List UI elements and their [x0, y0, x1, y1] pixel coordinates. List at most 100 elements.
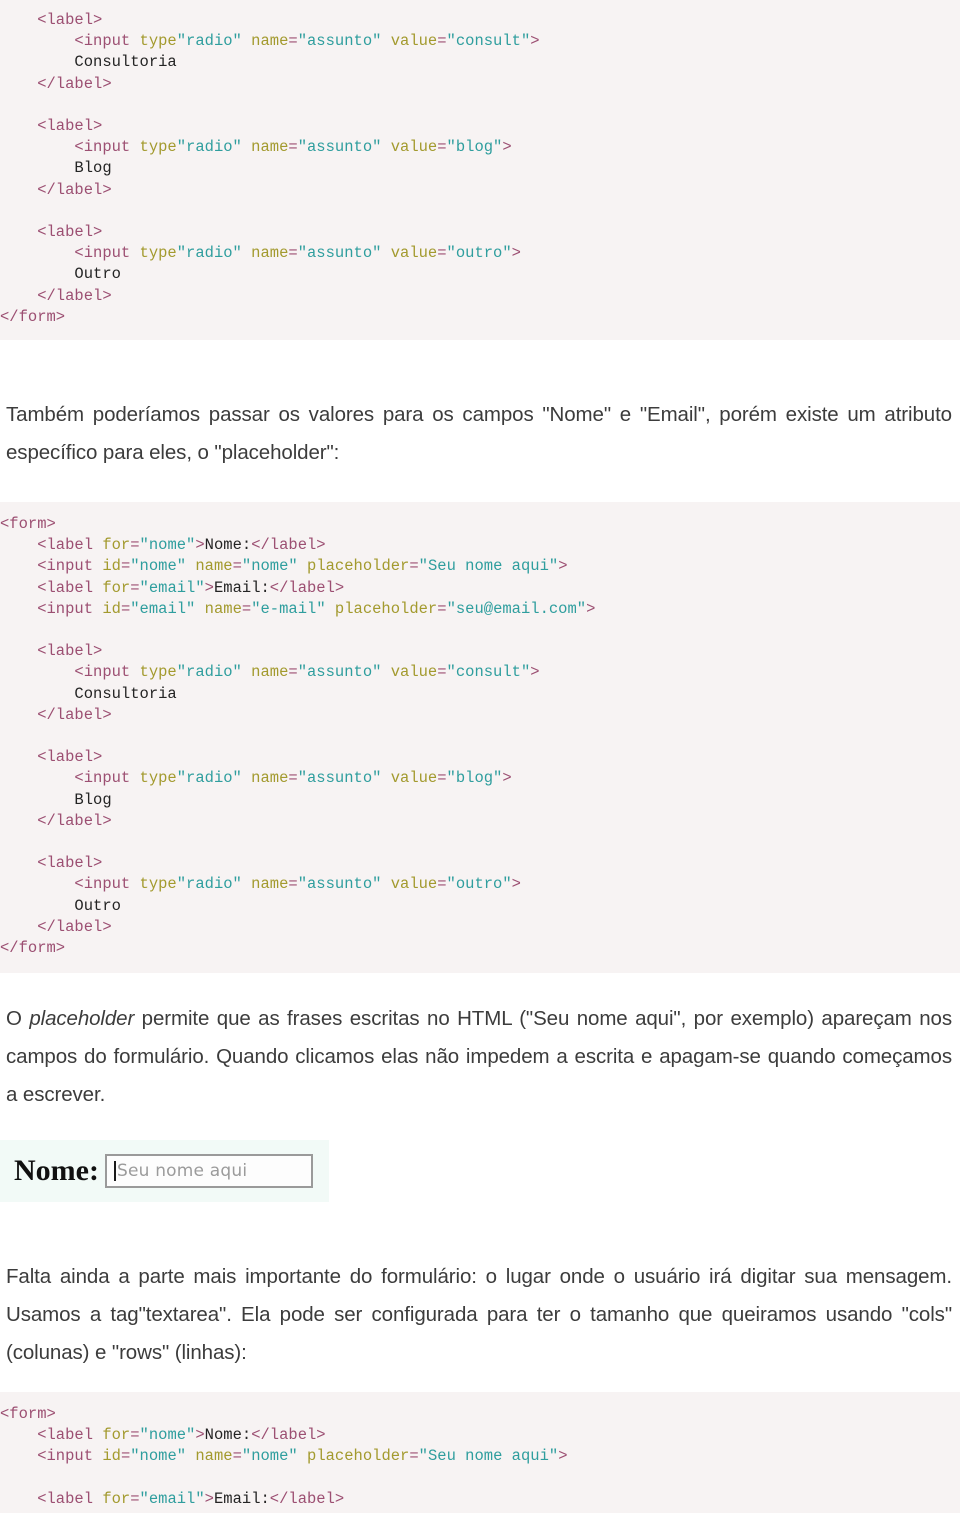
- code-token-tag: </label>: [0, 286, 112, 305]
- code-token-attr: name: [251, 32, 289, 51]
- code-token-str: "nome": [130, 557, 196, 576]
- code-line: <label for="nome">Nome:</label>: [0, 1425, 960, 1446]
- code-line: <label>: [0, 222, 960, 243]
- code-token-str: "radio": [176, 663, 252, 682]
- code-token-attr: value: [390, 663, 438, 682]
- code-token-str: "blog": [446, 769, 503, 788]
- screenshot-input-placeholder: Seu nome aqui: [116, 1161, 248, 1181]
- code-token-punct: =: [409, 1447, 419, 1466]
- code-line: <label>: [0, 10, 960, 31]
- code-token-tag: >: [511, 875, 521, 894]
- code-block-textarea-form: <form> <label for="nome">Nome:</label> <…: [0, 1392, 960, 1513]
- code-token-tag: <input: [0, 557, 103, 576]
- code-token-str: "radio": [176, 769, 252, 788]
- code-token-punct: =: [241, 599, 252, 618]
- code-token-tag: <input: [0, 875, 140, 894]
- code-line: </label>: [0, 811, 960, 832]
- code-line: </label>: [0, 917, 960, 938]
- code-token-punct: =: [120, 599, 131, 618]
- screenshot-nome-input[interactable]: Seu nome aqui: [104, 1154, 313, 1188]
- code-token-txt: Consultoria: [0, 684, 177, 703]
- code-token-str: "nome": [139, 1426, 196, 1445]
- code-token-tag: </label>: [0, 811, 112, 830]
- paragraph-textarea-intro: Falta ainda a parte mais importante do f…: [6, 1265, 952, 1364]
- code-token-tag: >: [586, 599, 596, 618]
- code-token-str: "assunto": [297, 663, 391, 682]
- code-token-tag: <label: [0, 1489, 103, 1508]
- code-token-tag: <input: [0, 599, 103, 618]
- code-token-attr: name: [195, 1447, 233, 1466]
- code-token-tag: </form>: [0, 307, 66, 326]
- code-token-tag: </label>: [269, 578, 345, 597]
- code-line: <input id="email" name="e-mail" placehol…: [0, 599, 960, 620]
- code-token-str: "assunto": [297, 32, 391, 51]
- code-token-str: "email": [139, 578, 205, 597]
- code-block-placeholder-form: <form> <label for="nome">Nome:</label> <…: [0, 502, 960, 974]
- code-token-str: "assunto": [297, 769, 391, 788]
- code-line: <input id="nome" name="nome" placeholder…: [0, 556, 960, 577]
- code-token-txt: Outro: [0, 265, 121, 284]
- code-token-tag: <input: [0, 138, 140, 157]
- code-line: </label>: [0, 705, 960, 726]
- code-token-str: "seu@email.com": [446, 599, 587, 618]
- code-token-punct: =: [288, 244, 298, 263]
- code-token-attr: type: [139, 244, 177, 263]
- code-token-punct: =: [437, 875, 447, 894]
- code-token-punct: =: [130, 1426, 140, 1445]
- code-token-attr: value: [390, 244, 438, 263]
- code-token-tag: >: [558, 557, 568, 576]
- code-token-tag: <label: [0, 536, 103, 555]
- code-token-txt: Blog: [0, 790, 112, 809]
- code-token-punct: =: [130, 578, 140, 597]
- code-line: Blog: [0, 158, 960, 179]
- code-token-tag: >: [204, 1489, 214, 1508]
- code-token-attr: id: [102, 1447, 121, 1466]
- code-token-tag: <label>: [0, 117, 103, 136]
- code-line: <input type"radio" name="assunto" value=…: [0, 137, 960, 158]
- code-line: </form>: [0, 307, 960, 328]
- code-token-tag: <label>: [0, 748, 103, 767]
- code-line: Blog: [0, 790, 960, 811]
- code-token-attr: value: [390, 875, 438, 894]
- paragraph-prefix: O: [6, 1007, 30, 1030]
- code-token-tag: >: [511, 244, 521, 263]
- code-token-tag: </label>: [251, 536, 326, 555]
- code-token-tag: >: [530, 32, 540, 51]
- code-token-attr: type: [139, 138, 177, 157]
- code-token-tag: <input: [0, 769, 140, 788]
- code-token-tag: </label>: [251, 1426, 326, 1445]
- code-line: Consultoria: [0, 684, 960, 705]
- code-token-attr: type: [139, 32, 177, 51]
- code-token-attr: name: [251, 138, 289, 157]
- code-line: <input type"radio" name="assunto" value=…: [0, 31, 960, 52]
- code-token-attr: name: [251, 663, 289, 682]
- code-token-punct: =: [288, 138, 298, 157]
- code-token-str: "assunto": [297, 875, 391, 894]
- code-token-punct: =: [437, 599, 447, 618]
- code-token-txt: Email:: [213, 578, 270, 597]
- code-token-attr: value: [390, 32, 438, 51]
- code-token-str: "radio": [176, 32, 252, 51]
- code-token-txt: Nome:: [204, 1426, 252, 1445]
- code-token-tag: <label>: [0, 11, 103, 29]
- code-token-tag: <label: [0, 1426, 103, 1445]
- code-token-tag: >: [204, 578, 214, 597]
- code-token-attr: name: [251, 769, 289, 788]
- code-token-str: "e-mail": [251, 599, 335, 618]
- code-line: <input type"radio" name="assunto" value=…: [0, 874, 960, 895]
- code-token-attr: value: [390, 769, 438, 788]
- code-token-str: "nome": [241, 1447, 308, 1466]
- code-line: <label for="nome">Nome:</label>: [0, 535, 960, 556]
- paragraph-rest: permite que as frases escritas no HTML (…: [6, 1007, 952, 1106]
- code-token-tag: </form>: [0, 939, 66, 958]
- code-token-tag: <input: [0, 244, 140, 263]
- code-token-str: "radio": [176, 244, 252, 263]
- code-token-str: "nome": [139, 536, 196, 555]
- paragraph-placeholder-intro: Também poderíamos passar os valores para…: [6, 403, 952, 464]
- code-token-tag: >: [195, 1426, 205, 1445]
- code-token-txt: Outro: [0, 896, 121, 915]
